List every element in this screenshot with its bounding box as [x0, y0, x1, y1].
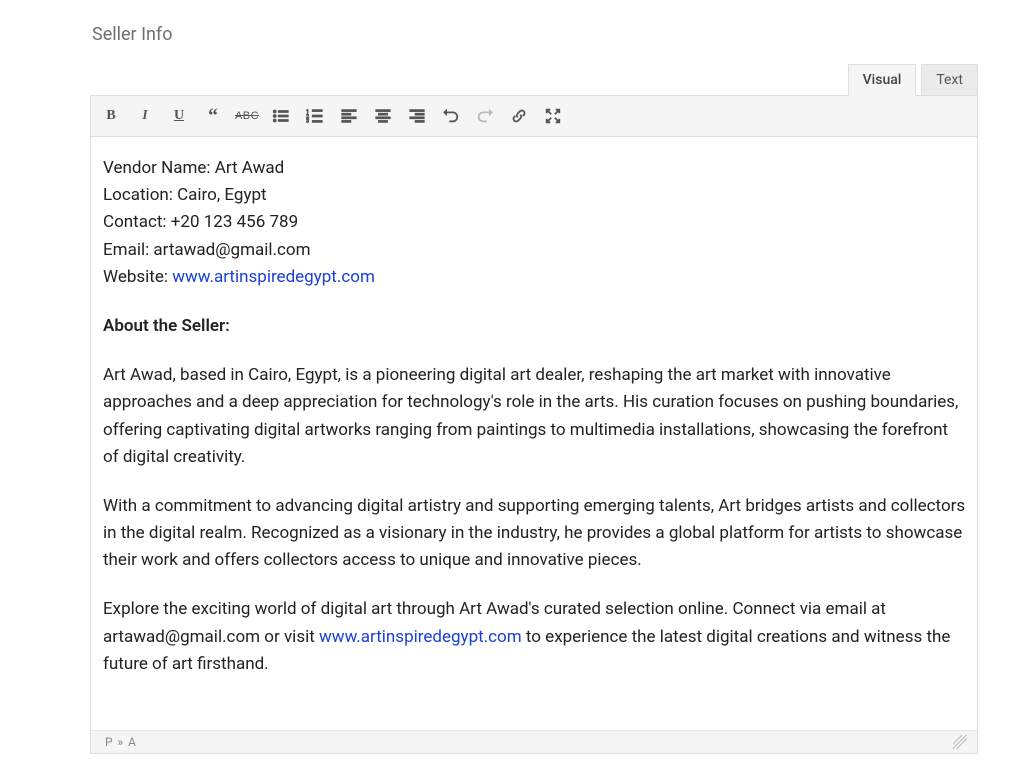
page-title: Seller Info	[92, 24, 978, 45]
editor-statusbar: P » A	[91, 730, 977, 753]
resize-handle[interactable]	[953, 735, 967, 749]
redo-button[interactable]	[469, 100, 501, 132]
align-center-icon	[374, 107, 392, 125]
link-icon	[510, 107, 528, 125]
bold-button[interactable]: B	[95, 100, 127, 132]
vendor-name-label: Vendor Name:	[103, 158, 215, 178]
redo-icon	[476, 107, 494, 125]
underline-button[interactable]: U	[163, 100, 195, 132]
editor: B I U “ ABC 123	[90, 95, 978, 754]
tab-text[interactable]: Text	[921, 64, 978, 96]
fullscreen-icon	[544, 107, 562, 125]
fullscreen-button[interactable]	[537, 100, 569, 132]
align-right-button[interactable]	[401, 100, 433, 132]
email-value: artawad@gmail.com	[153, 240, 310, 260]
align-center-button[interactable]	[367, 100, 399, 132]
website-label: Website:	[103, 267, 172, 287]
inline-website-link[interactable]: www.artinspiredegypt.com	[319, 627, 522, 647]
bullet-list-button[interactable]	[265, 100, 297, 132]
undo-icon	[442, 107, 460, 125]
about-heading: About the Seller:	[103, 316, 230, 336]
tab-visual[interactable]: Visual	[848, 64, 917, 96]
vendor-name-value: Art Awad	[215, 158, 284, 178]
align-right-icon	[408, 107, 426, 125]
editor-tabs: Visual Text	[90, 63, 978, 95]
numbered-list-icon: 123	[306, 107, 324, 125]
editor-content[interactable]: Vendor Name: Art Awad Location: Cairo, E…	[91, 137, 977, 730]
about-paragraph-3: Explore the exciting world of digital ar…	[103, 596, 967, 678]
contact-label: Contact:	[103, 212, 171, 232]
email-label: Email:	[103, 240, 153, 260]
italic-button[interactable]: I	[129, 100, 161, 132]
link-button[interactable]	[503, 100, 535, 132]
editor-toolbar: B I U “ ABC 123	[91, 96, 977, 137]
contact-value: +20 123 456 789	[171, 212, 298, 232]
bullet-list-icon	[272, 107, 290, 125]
location-line: Location: Cairo, Egypt	[103, 182, 967, 209]
contact-line: Contact: +20 123 456 789	[103, 209, 967, 236]
about-paragraph-1: Art Awad, based in Cairo, Egypt, is a pi…	[103, 362, 967, 471]
location-value: Cairo, Egypt	[177, 185, 267, 205]
align-left-icon	[340, 107, 358, 125]
about-paragraph-2: With a commitment to advancing digital a…	[103, 493, 967, 575]
quote-icon: “	[208, 111, 218, 121]
blockquote-button[interactable]: “	[197, 100, 229, 132]
numbered-list-button[interactable]: 123	[299, 100, 331, 132]
website-line: Website: www.artinspiredegypt.com	[103, 264, 967, 291]
align-left-button[interactable]	[333, 100, 365, 132]
undo-button[interactable]	[435, 100, 467, 132]
svg-text:3: 3	[306, 118, 309, 124]
location-label: Location:	[103, 185, 177, 205]
strike-button[interactable]: ABC	[231, 100, 263, 132]
vendor-name-line: Vendor Name: Art Awad	[103, 155, 967, 182]
website-link[interactable]: www.artinspiredegypt.com	[172, 267, 375, 287]
element-path[interactable]: P » A	[105, 735, 137, 749]
email-line: Email: artawad@gmail.com	[103, 237, 967, 264]
